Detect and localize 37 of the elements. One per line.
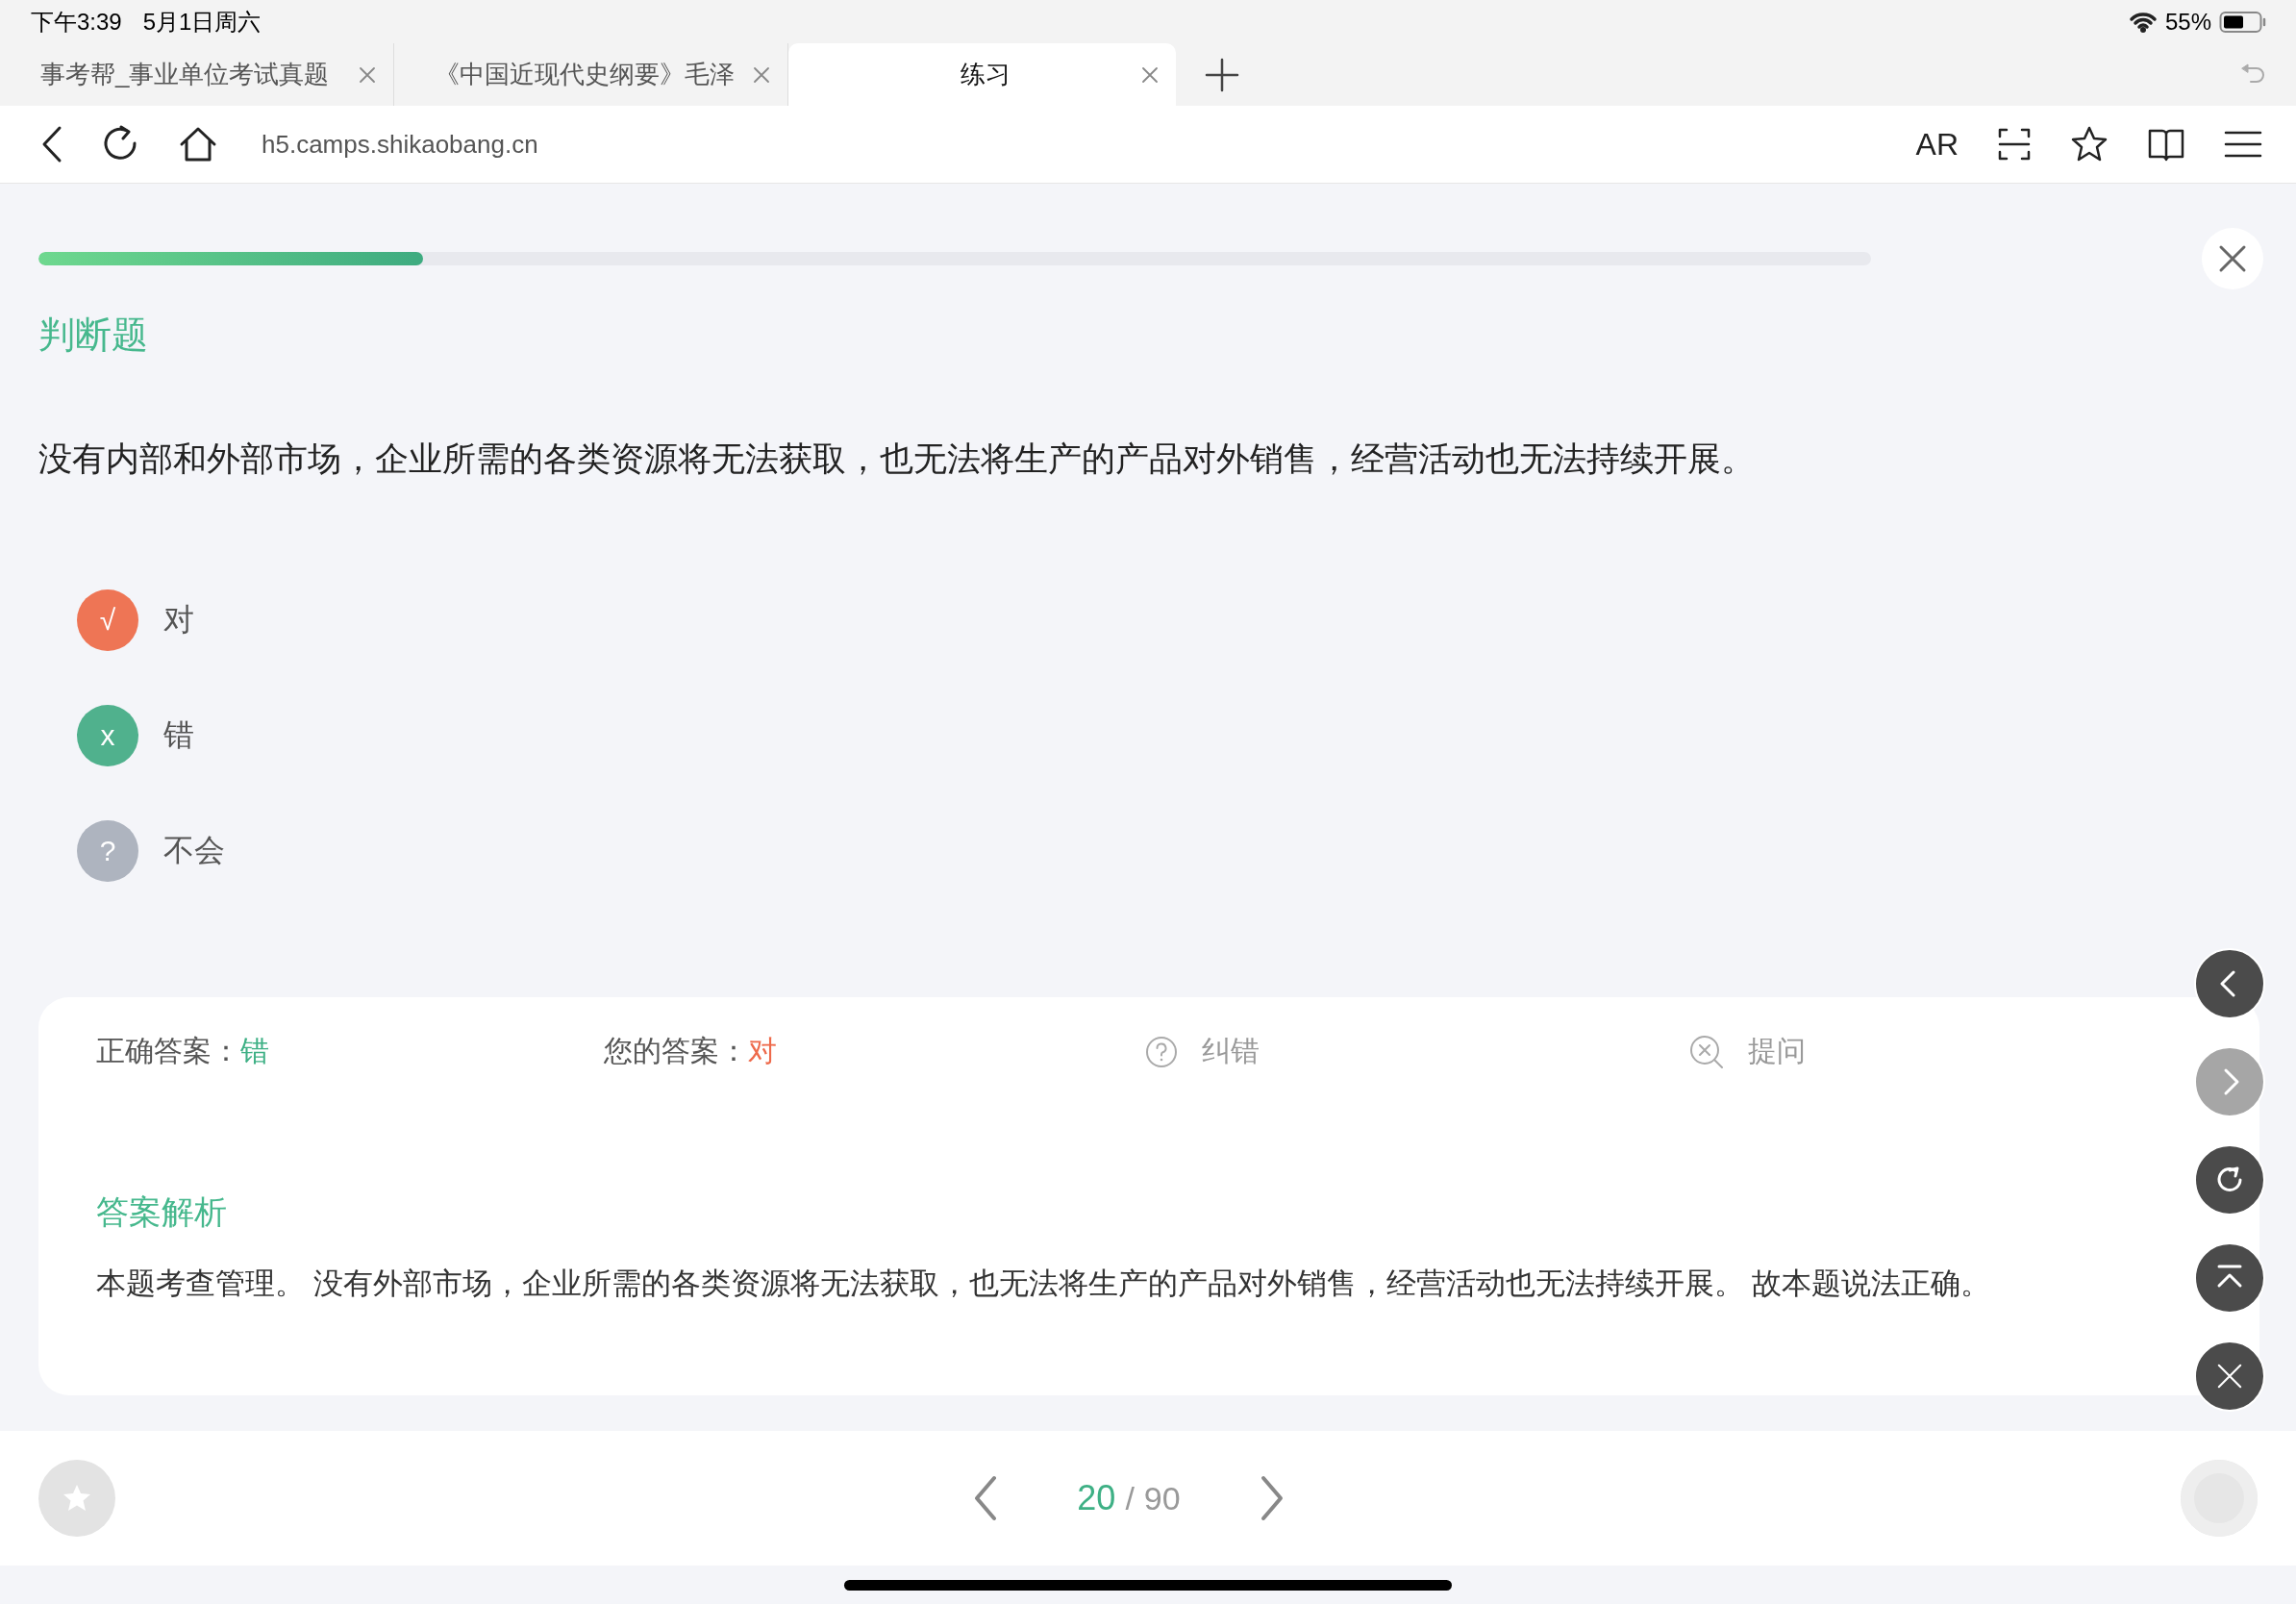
scan-icon[interactable] [1997, 127, 2032, 162]
current-page: 20 [1077, 1478, 1116, 1518]
status-date: 5月1日周六 [142, 7, 262, 37]
analysis-title: 答案解析 [96, 1192, 228, 1232]
close-icon [2218, 244, 2247, 273]
tab-title: 《中国近现代史纲要》毛泽 [435, 59, 735, 90]
option-label[interactable]: 错 [163, 714, 194, 757]
plus-icon[interactable] [1205, 57, 1239, 92]
option-label[interactable]: 不会 [163, 830, 225, 872]
close-icon [2216, 1363, 2243, 1390]
tab-title: 事考帮_事业单位考试真题 [40, 59, 330, 90]
page-separator: / [1125, 1480, 1135, 1517]
close-icon[interactable] [753, 65, 770, 84]
correct-answer-value: 错 [240, 1034, 269, 1068]
status-time: 下午3:39 [31, 7, 122, 37]
browser-tab[interactable]: 练习 [788, 43, 1176, 106]
menu-icon[interactable] [2224, 129, 2262, 160]
close-icon[interactable] [359, 65, 376, 84]
question-type: 判断题 [38, 313, 149, 357]
wifi-icon [2128, 11, 2158, 33]
total-pages: 90 [1143, 1480, 1181, 1517]
url-text[interactable]: h5.camps.shikaobang.cn [262, 129, 538, 160]
close-icon[interactable] [1141, 65, 1159, 84]
star-icon[interactable] [2070, 125, 2109, 163]
correct-answer-label: 正确答案： [96, 1034, 240, 1068]
home-icon[interactable] [179, 125, 217, 163]
battery-level: 55% [2164, 8, 2211, 36]
tab-title: 练习 [959, 59, 1011, 90]
option-label[interactable]: 对 [163, 599, 194, 641]
back-icon[interactable] [40, 125, 63, 163]
battery-icon [2219, 10, 2267, 34]
ar-button[interactable]: AR [1915, 126, 1959, 163]
analysis-text: 本题考查管理。 没有外部市场，企业所需的各类资源将无法获取，也无法将生产的产品对外销售，经营活动也无法持续开展。 故本题说法正确。 [96, 1266, 1992, 1302]
question-text: 没有内部和外部市场，企业所需的各类资源将无法获取，也无法将生产的产品对外销售，经营活动也无法持续开展。 [38, 439, 1756, 479]
book-icon[interactable] [2147, 127, 2185, 162]
your-answer-label: 您的答案： [604, 1034, 748, 1068]
your-answer-value: 对 [748, 1034, 777, 1068]
